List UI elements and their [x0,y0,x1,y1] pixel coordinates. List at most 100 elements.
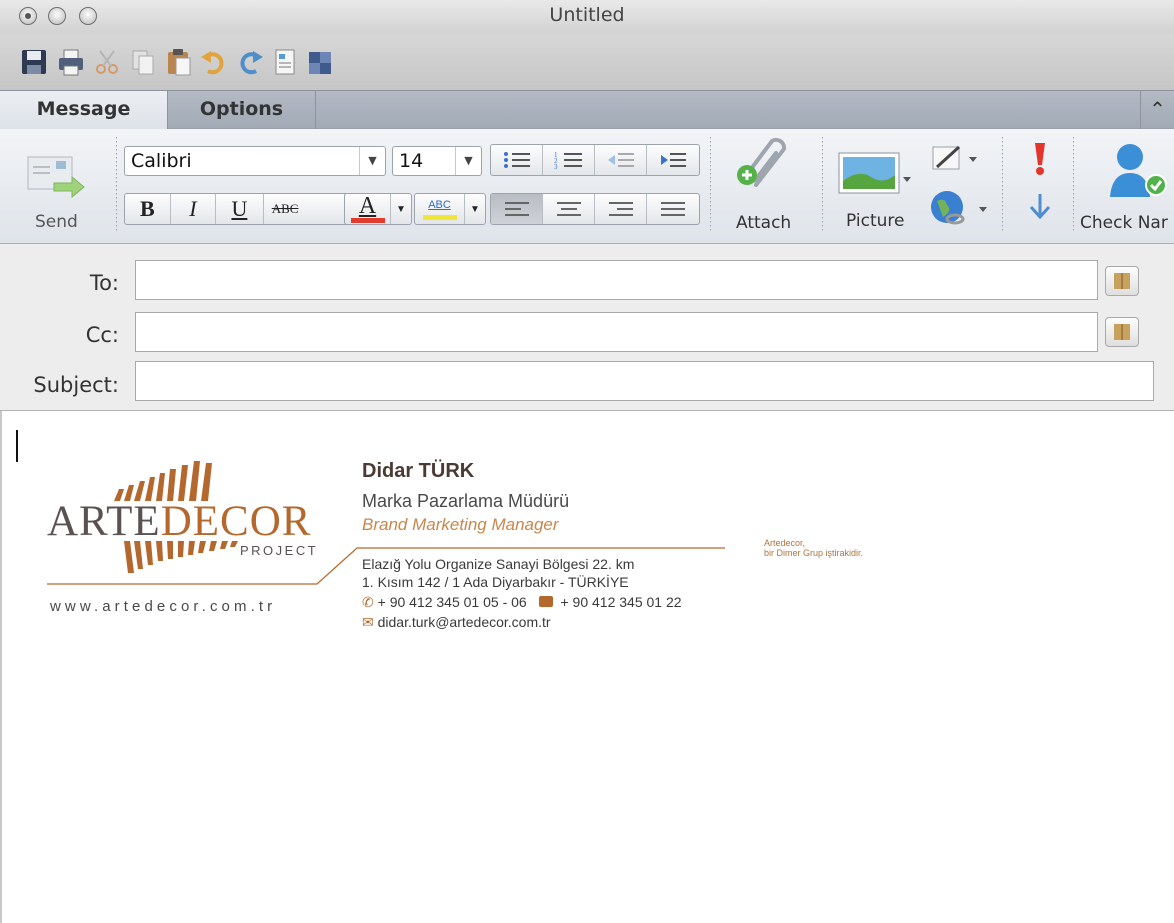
ribbon-separator [710,137,711,233]
numbered-list-icon: 123 [554,151,582,170]
high-priority-button[interactable] [1028,139,1052,179]
media-browser-icon [309,52,331,74]
copy-button[interactable] [129,47,157,77]
quick-toolbar [0,34,1174,90]
phone-fax-line: ✆ + 90 412 345 01 05 - 06 + 90 412 345 0… [362,594,682,611]
numbering-button[interactable]: 123 [543,145,595,175]
alignment-group [490,193,700,225]
align-center-icon [556,202,581,216]
font-color-group: A ▼ [344,193,412,225]
undo-icon [201,51,224,75]
decrease-indent-button[interactable] [595,145,647,175]
picture-icon [838,152,911,194]
address-book-icon [1114,273,1130,289]
send-label: Send [35,212,78,232]
chevron-up-icon: ⌃ [1149,99,1166,121]
indent-icon [661,153,686,167]
font-size-combo[interactable]: 14 ▼ [392,146,482,176]
signature-button[interactable] [929,143,981,173]
website-link[interactable]: www.artedecor.com.tr [50,598,276,615]
redo-button[interactable] [236,47,264,77]
ribbon-tabs: Message Options ⌃ [0,90,1174,129]
hyperlink-button[interactable] [929,189,991,229]
tab-options[interactable]: Options [168,91,315,129]
picture-button[interactable] [837,151,913,195]
address-book-icon [1114,324,1130,340]
cc-field[interactable] [135,312,1098,352]
italic-button[interactable]: I [171,194,217,224]
person-check-icon [1110,144,1167,197]
cut-button[interactable] [93,47,121,77]
globe-link-icon [931,191,987,225]
align-left-button[interactable] [491,194,543,224]
underline-button[interactable]: U [216,194,264,224]
paperclip-icon [737,137,787,187]
message-body[interactable]: ARTEDECOR PROJECT www.artedecor.com.tr D… [0,411,1174,923]
title-bar: Untitled [0,0,1174,34]
fax-icon [538,596,553,607]
to-field[interactable] [135,260,1098,300]
fax-number: + 90 412 345 01 22 [560,594,682,610]
format-button[interactable] [271,47,299,77]
font-color-swatch [350,217,385,223]
undo-button[interactable] [200,47,228,77]
signature-title-en: Brand Marketing Manager [362,515,559,534]
align-left-icon [504,202,529,216]
justify-button[interactable] [647,194,699,224]
attach-label: Attach [736,213,792,233]
highlight-swatch [422,214,457,220]
tab-message[interactable]: Message [0,91,168,129]
text-caret [16,430,18,462]
highlight-group: ABC ▼ [414,193,486,225]
chevron-down-icon[interactable]: ▼ [359,147,385,175]
address-line-2: 1. Kısım 142 / 1 Ada Diyarbakır - TÜRKİY… [362,574,629,590]
email-address[interactable]: didar.turk@artedecor.com.tr [378,614,551,630]
arrow-down-icon [1029,194,1051,220]
align-right-button[interactable] [595,194,647,224]
ribbon-separator [1073,137,1074,233]
paste-icon [168,49,191,76]
check-names-label: Check Nar [1080,213,1168,233]
ribbon-separator [116,137,117,233]
collapse-ribbon-button[interactable]: ⌃ [1140,91,1174,129]
format-icon [275,49,295,75]
bold-button[interactable]: B [125,194,171,224]
align-center-button[interactable] [543,194,595,224]
font-name-combo[interactable]: Calibri ▼ [124,146,386,176]
ribbon-separator [1002,137,1003,233]
increase-indent-button[interactable] [647,145,699,175]
send-button[interactable] [24,151,88,199]
check-names-button[interactable] [1108,141,1174,201]
message-ribbon: Send Calibri ▼ 14 ▼ B I U ABC A ▼ ABC ▼ [0,129,1174,244]
highlight-letters: ABC [428,198,451,211]
strikethrough-button[interactable]: ABC [264,194,351,224]
print-button[interactable] [57,47,85,77]
low-priority-button[interactable] [1028,192,1052,222]
signature-pen-icon [932,145,977,170]
phone-number: + 90 412 345 01 05 - 06 [377,594,527,610]
justify-icon [661,202,685,216]
logo-wordmark-arte: ARTE [47,498,161,545]
font-color-dropdown[interactable]: ▼ [391,194,411,224]
paste-button[interactable] [165,47,193,77]
highlight-button[interactable]: ABC [415,194,465,224]
font-name-value: Calibri [131,150,192,172]
redo-icon [240,51,263,75]
bullet-list-icon [503,152,530,168]
cc-address-book-button[interactable] [1105,317,1139,347]
highlight-dropdown[interactable]: ▼ [465,194,485,224]
attach-button[interactable] [734,135,800,197]
chevron-down-icon[interactable]: ▼ [455,147,481,175]
bullets-button[interactable] [491,145,543,175]
group-note-line-2: bir Dimer Grup iştirakidir. [764,548,864,558]
subject-label: Subject: [33,373,119,397]
save-button[interactable] [20,47,48,77]
group-note-line-1: Artedecor, [764,538,806,548]
to-address-book-button[interactable] [1105,266,1139,296]
font-color-button[interactable]: A [345,194,391,224]
outdent-icon [607,153,634,167]
media-browser-button[interactable] [306,47,334,77]
subject-field[interactable] [135,361,1154,401]
message-header-fields: To: Cc: Subject: [0,244,1174,411]
to-label: To: [89,271,119,295]
